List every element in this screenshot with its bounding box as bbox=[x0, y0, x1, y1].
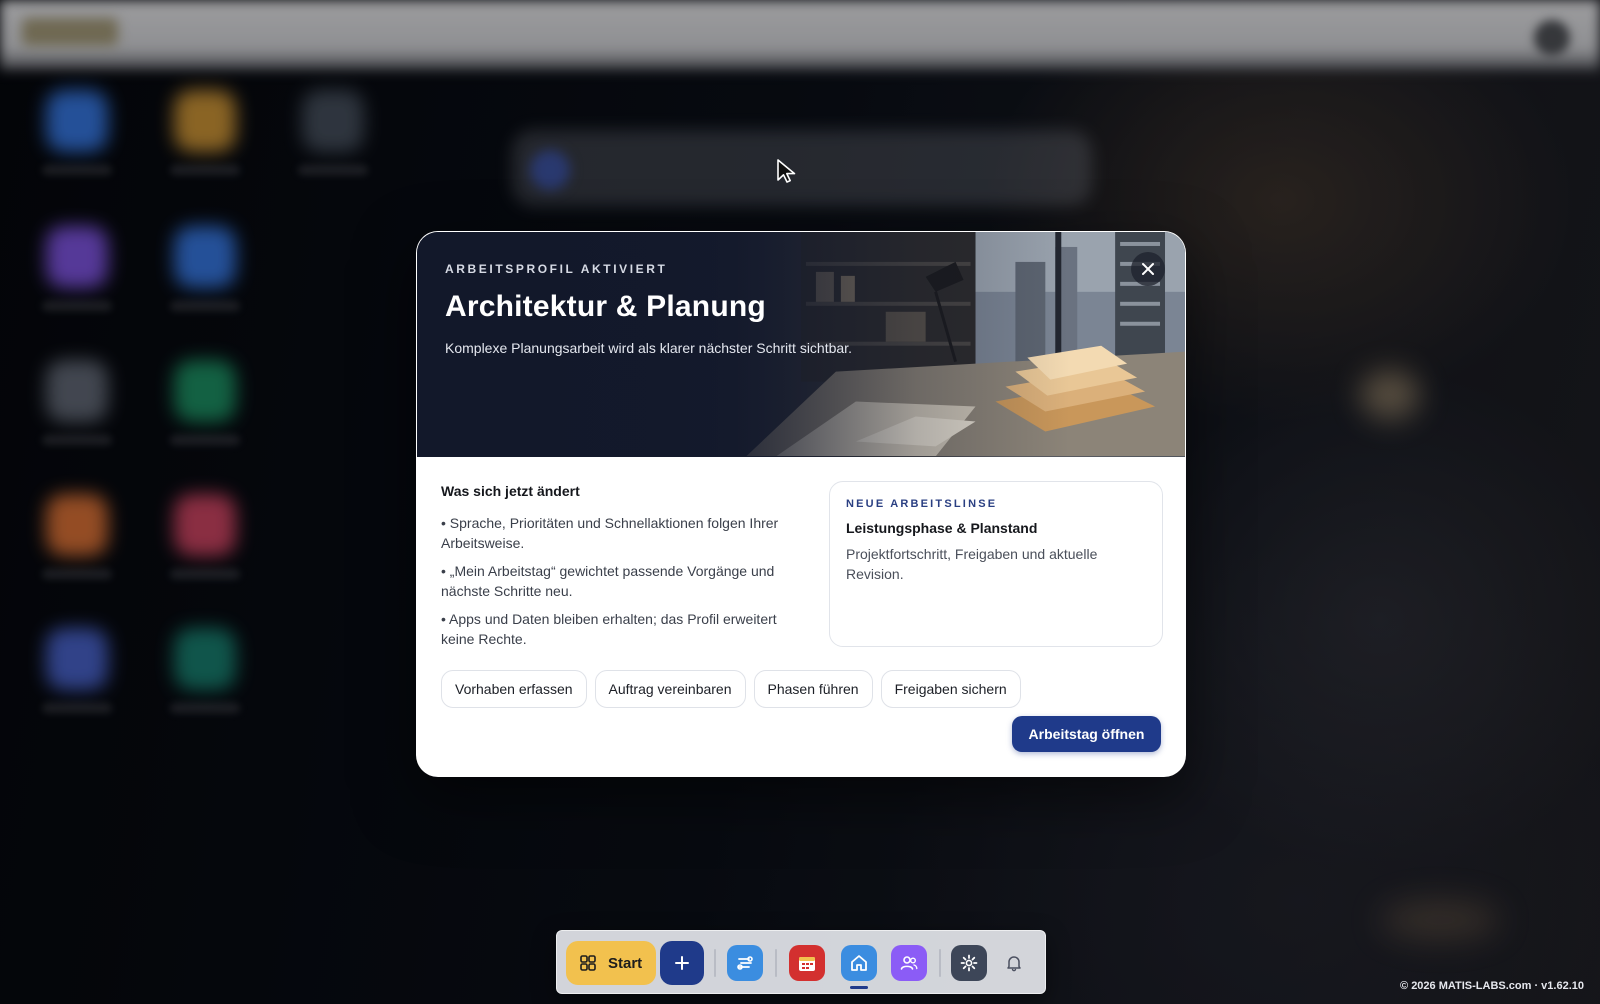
list-item: • Sprache, Prioritäten und Schnellaktion… bbox=[441, 515, 779, 551]
settings-button[interactable] bbox=[951, 945, 987, 981]
active-indicator bbox=[850, 986, 868, 989]
bell-icon bbox=[1007, 956, 1021, 972]
lens-title: Leistungsphase & Planstand bbox=[846, 520, 1038, 536]
calendar-app-button[interactable] bbox=[789, 945, 825, 981]
list-item: • Apps und Daten bleiben erhalten; das P… bbox=[441, 611, 777, 647]
gear-icon bbox=[960, 954, 978, 972]
lens-description: Projektfortschritt, Freigaben und aktuel… bbox=[846, 546, 1098, 582]
list-item: • „Mein Arbeitstag“ gewichtet passende V… bbox=[441, 563, 775, 599]
taskbar-divider bbox=[714, 949, 716, 977]
chip-phasen-fuehren[interactable]: Phasen führen bbox=[753, 670, 873, 708]
start-button[interactable]: Start bbox=[566, 941, 656, 985]
copyright-version: © 2026 MATIS-LABS.com · v1.62.10 bbox=[1400, 980, 1584, 992]
changes-title: Was sich jetzt ändert bbox=[441, 483, 580, 499]
chip-freigaben-sichern[interactable]: Freigaben sichern bbox=[880, 670, 1021, 708]
dialog-kicker: ARBEITSPROFIL AKTIVIERT bbox=[445, 262, 668, 276]
people-icon bbox=[900, 956, 918, 970]
workflow-icon bbox=[737, 956, 753, 970]
taskbar-divider bbox=[775, 949, 777, 977]
dialog-subtitle: Komplexe Planungsarbeit wird als klarer … bbox=[445, 340, 852, 356]
dialog-body: Was sich jetzt ändert • Sprache, Priorit… bbox=[417, 457, 1185, 776]
profile-activated-dialog: ARBEITSPROFIL AKTIVIERT Architektur & Pl… bbox=[416, 231, 1186, 777]
workflow-app-button[interactable] bbox=[727, 945, 763, 981]
dialog-hero: ARBEITSPROFIL AKTIVIERT Architektur & Pl… bbox=[417, 232, 1185, 457]
dialog-title: Architektur & Planung bbox=[445, 290, 766, 323]
notifications-button[interactable] bbox=[1002, 951, 1026, 975]
people-app-button[interactable] bbox=[891, 945, 927, 981]
close-icon bbox=[1142, 263, 1154, 275]
new-item-button[interactable] bbox=[660, 941, 704, 985]
work-lens-card: NEUE ARBEITSLINSE Leistungsphase & Plans… bbox=[829, 481, 1163, 647]
close-button[interactable] bbox=[1131, 252, 1165, 286]
mouse-cursor-icon bbox=[777, 159, 796, 183]
chip-vorhaben-erfassen[interactable]: Vorhaben erfassen bbox=[441, 670, 587, 708]
changes-list: • Sprache, Prioritäten und Schnellaktion… bbox=[441, 513, 791, 649]
grid-icon bbox=[580, 955, 596, 971]
home-app-button[interactable] bbox=[841, 945, 877, 981]
plus-icon bbox=[675, 956, 689, 970]
start-label: Start bbox=[608, 954, 643, 972]
changes-section: Was sich jetzt ändert • Sprache, Priorit… bbox=[441, 483, 791, 657]
calendar-icon bbox=[799, 957, 815, 971]
taskbar: Start bbox=[556, 930, 1046, 994]
quick-actions: Vorhaben erfassen Auftrag vereinbaren Ph… bbox=[441, 670, 1021, 708]
home-icon bbox=[851, 955, 867, 971]
chip-auftrag-vereinbaren[interactable]: Auftrag vereinbaren bbox=[594, 670, 746, 708]
taskbar-divider bbox=[939, 949, 941, 977]
lens-kicker: NEUE ARBEITSLINSE bbox=[846, 498, 998, 510]
open-workday-button[interactable]: Arbeitstag öffnen bbox=[1012, 716, 1161, 752]
